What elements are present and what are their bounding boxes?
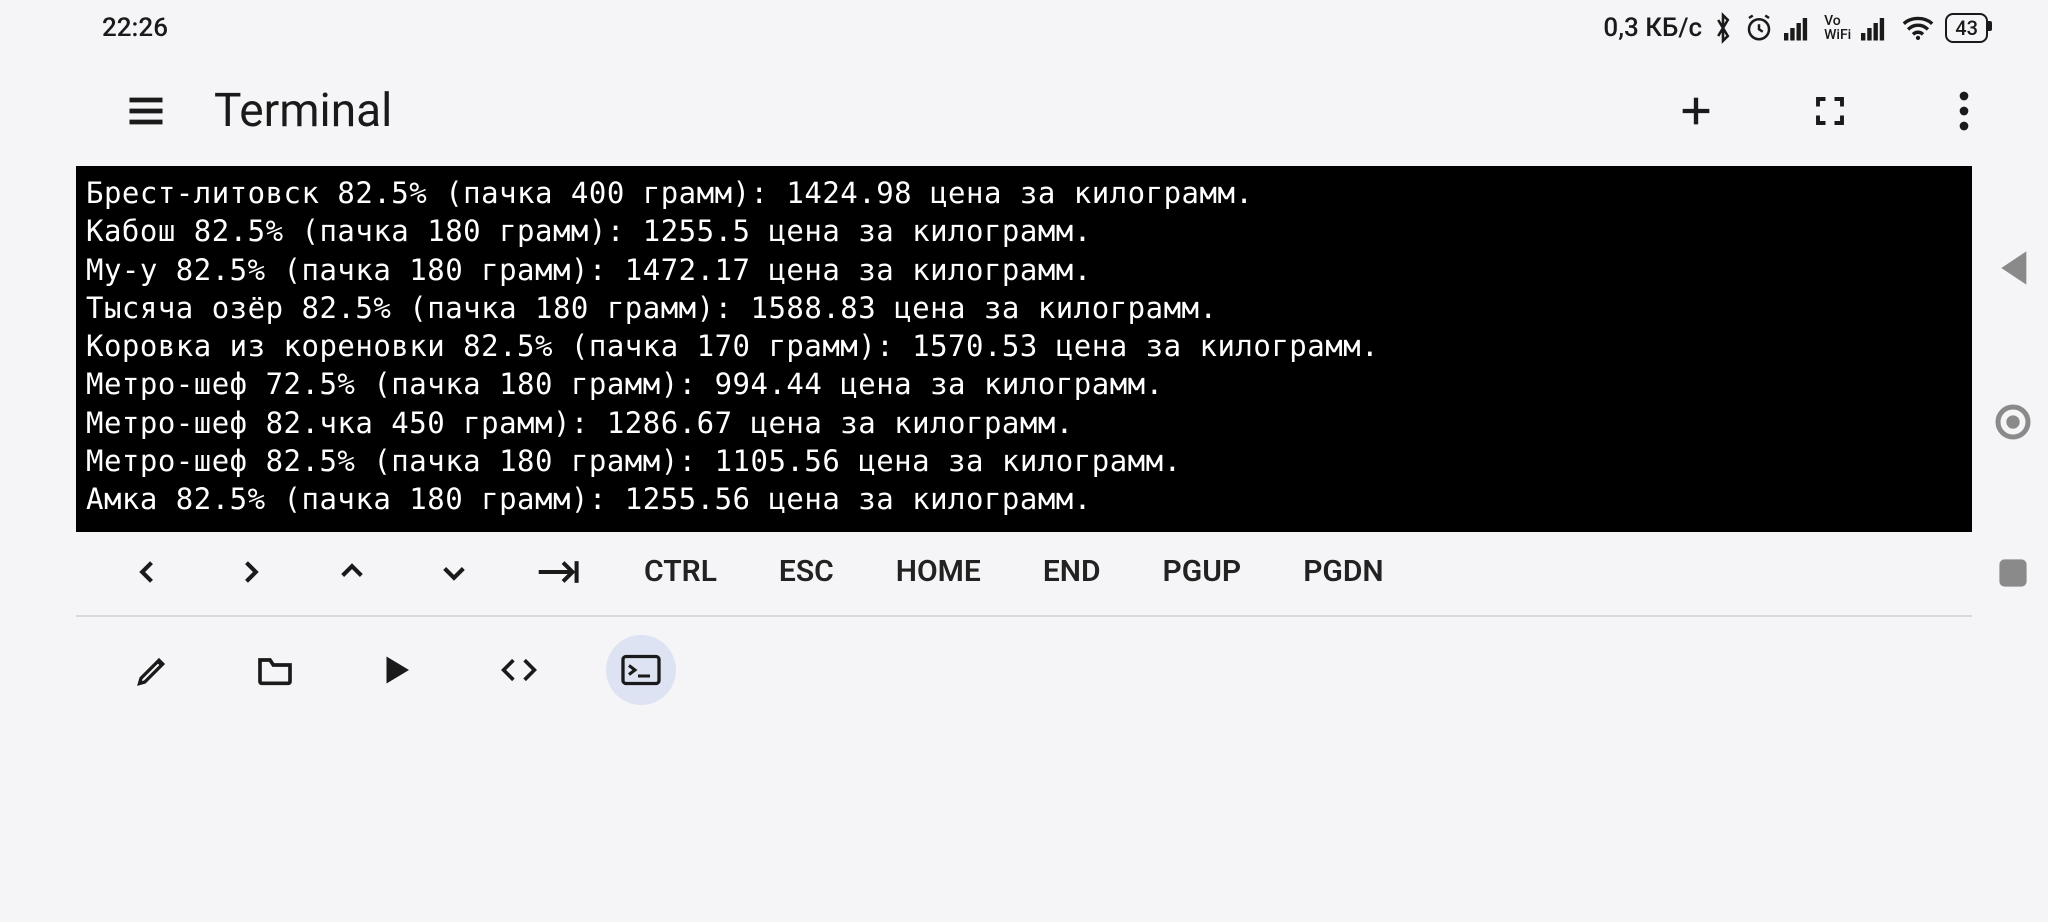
terminal-icon[interactable]: [606, 635, 676, 705]
wifi-icon: [1901, 15, 1935, 41]
key-ctrl[interactable]: CTRL: [644, 554, 717, 589]
bottom-toolbar: [0, 617, 2048, 705]
key-tab[interactable]: [536, 558, 582, 586]
key-end[interactable]: END: [1043, 554, 1101, 589]
vowifi-icon: Vo WiFi: [1824, 14, 1851, 42]
folder-icon[interactable]: [240, 635, 310, 705]
fullscreen-icon[interactable]: [1802, 83, 1858, 139]
data-rate: 0,3 КБ/с: [1603, 13, 1702, 43]
key-up[interactable]: [332, 558, 372, 586]
key-right[interactable]: [230, 558, 270, 586]
terminal-container: Брест-литовск 82.5% (пачка 400 грамм): 1…: [0, 166, 2048, 532]
nav-home-icon[interactable]: [1993, 402, 2033, 442]
more-icon[interactable]: [1936, 83, 1992, 139]
system-nav: [1978, 248, 2048, 590]
key-esc[interactable]: ESC: [779, 554, 834, 589]
key-pgup[interactable]: PGUP: [1163, 554, 1242, 589]
status-time: 22:26: [102, 13, 168, 43]
key-pgdn[interactable]: PGDN: [1303, 554, 1383, 589]
app-title: Terminal: [214, 84, 1590, 138]
nav-back-icon[interactable]: [1996, 248, 2030, 288]
code-icon[interactable]: [484, 635, 554, 705]
key-home[interactable]: HOME: [896, 554, 981, 589]
alarm-icon: [1744, 13, 1774, 43]
key-row: CTRL ESC HOME END PGUP PGDN: [0, 532, 2048, 615]
app-bar: Terminal: [0, 56, 2048, 166]
battery-icon: 43: [1945, 13, 1988, 43]
key-left[interactable]: [128, 558, 168, 586]
status-right: 0,3 КБ/с Vo WiFi 43: [1603, 12, 1988, 44]
signal-icon: [1784, 15, 1814, 41]
nav-recents-icon[interactable]: [1996, 556, 2030, 590]
menu-icon[interactable]: [118, 83, 174, 139]
signal2-icon: [1861, 15, 1891, 41]
terminal-output[interactable]: Брест-литовск 82.5% (пачка 400 грамм): 1…: [76, 166, 1972, 532]
edit-icon[interactable]: [118, 635, 188, 705]
play-icon[interactable]: [362, 635, 432, 705]
bluetooth-icon: [1712, 12, 1734, 44]
key-down[interactable]: [434, 558, 474, 586]
add-icon[interactable]: [1668, 83, 1724, 139]
status-bar: 22:26 0,3 КБ/с Vo WiFi 43: [0, 0, 2048, 56]
